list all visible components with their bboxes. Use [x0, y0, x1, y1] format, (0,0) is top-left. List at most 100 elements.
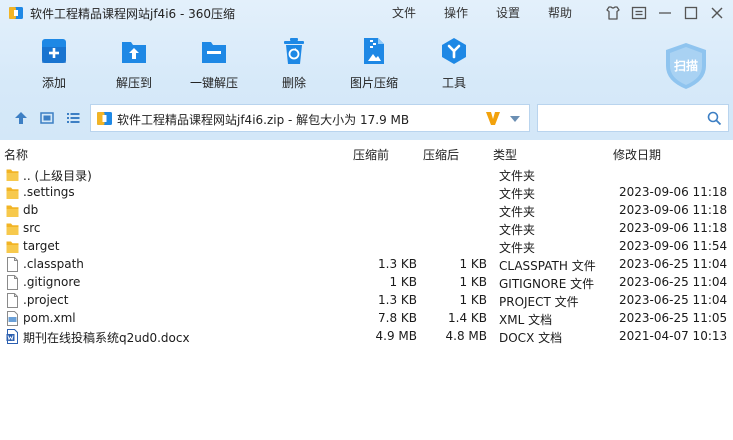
one-click-extract-button[interactable]: 一键解压	[179, 36, 249, 92]
delete-label: 删除	[281, 76, 306, 90]
file-type: 文件夹	[499, 205, 536, 219]
file-icon	[7, 293, 18, 308]
scan-button[interactable]: 扫描	[660, 40, 712, 92]
folder-icon	[6, 205, 19, 217]
table-row[interactable]: src 文件夹 2023-09-06 11:18	[0, 220, 733, 238]
tools-icon	[442, 38, 466, 64]
list-view-icon[interactable]	[65, 110, 81, 126]
trash-icon	[284, 38, 304, 64]
file-modified: 2023-06-25 11:04	[619, 257, 728, 271]
file-modified: 2023-06-25 11:04	[619, 293, 728, 307]
file-unpacked-size: 1 KB	[459, 293, 487, 307]
file-name: 期刊在线投稿系统q2ud0.docx	[23, 331, 190, 345]
feedback-icon[interactable]	[630, 4, 648, 22]
top-panel: 软件工程精品课程网站jf4i6 - 360压缩 文件 操作 设置 帮助 添加 解…	[0, 0, 733, 140]
search-box[interactable]	[537, 104, 729, 132]
table-row[interactable]: .gitignore 1 KB 1 KB GITIGNORE 文件 2023-06-25…	[0, 274, 733, 292]
file-packed-size: 7.8 KB	[378, 311, 417, 325]
file-modified: 2023-09-06 11:18	[619, 185, 728, 199]
column-modified[interactable]: 修改日期	[613, 146, 661, 163]
file-modified: 2023-06-25 11:05	[619, 311, 728, 325]
file-unpacked-size: 1.4 KB	[448, 311, 487, 325]
file-name: target	[23, 239, 60, 253]
column-type[interactable]: 类型	[493, 146, 517, 163]
file-type: XML 文档	[499, 313, 553, 327]
file-name: src	[23, 221, 41, 235]
column-name[interactable]: 名称	[4, 146, 28, 163]
image-compress-button[interactable]: 图片压缩	[339, 36, 409, 92]
table-row[interactable]: .settings 文件夹 2023-09-06 11:18	[0, 184, 733, 202]
file-name: db	[23, 203, 39, 217]
extract-to-icon	[122, 42, 146, 63]
file-modified: 2021-04-07 10:13	[619, 329, 728, 343]
tools-button[interactable]: 工具	[419, 36, 489, 92]
archive-icon	[97, 112, 112, 125]
address-bar[interactable]: 软件工程精品课程网站jf4i6.zip - 解包大小为 17.9 MB	[90, 104, 530, 132]
file-unpacked-size: 4.8 MB	[445, 329, 487, 343]
file-name: .gitignore	[23, 275, 81, 289]
thumbnail-view-icon[interactable]	[39, 110, 55, 126]
table-row[interactable]: .project 1.3 KB 1 KB PROJECT 文件 2023-06-25 1…	[0, 292, 733, 310]
search-icon[interactable]	[707, 111, 722, 126]
one-click-extract-icon	[202, 42, 226, 63]
title-bar: 软件工程精品课程网站jf4i6 - 360压缩 文件 操作 设置 帮助	[0, 0, 733, 26]
file-type: 文件夹	[499, 169, 536, 183]
table-row[interactable]: .. (上级目录) 文件夹	[0, 166, 733, 184]
file-modified: 2023-09-06 11:54	[619, 239, 728, 253]
file-type: DOCX 文档	[499, 331, 563, 345]
v-logo-icon[interactable]	[485, 109, 501, 127]
menu-file[interactable]: 文件	[392, 4, 416, 21]
folder-icon	[6, 241, 19, 253]
xml-file-icon	[7, 311, 18, 326]
maximize-icon[interactable]	[682, 4, 700, 22]
app-icon	[9, 7, 23, 19]
file-packed-size: 1.3 KB	[378, 257, 417, 271]
window-title: 软件工程精品课程网站jf4i6 - 360压缩	[30, 7, 236, 21]
chevron-down-icon[interactable]	[509, 114, 521, 124]
file-list-header: 名称 压缩前 压缩后 类型 修改日期	[0, 143, 733, 163]
column-packed[interactable]: 压缩前	[353, 146, 389, 163]
scan-label: 扫描	[673, 59, 698, 73]
add-label: 添加	[41, 76, 66, 90]
file-type: 文件夹	[499, 187, 536, 201]
file-modified: 2023-06-25 11:04	[619, 275, 728, 289]
minimize-icon[interactable]	[656, 4, 674, 22]
extract-to-label: 解压到	[115, 76, 152, 90]
extract-to-button[interactable]: 解压到	[99, 36, 169, 92]
file-packed-size: 4.9 MB	[375, 329, 417, 343]
table-row[interactable]: 期刊在线投稿系统q2ud0.docx 4.9 MB 4.8 MB DOCX 文档 202…	[0, 328, 733, 346]
file-type: GITIGNORE 文件	[499, 277, 595, 291]
close-icon[interactable]	[708, 4, 726, 22]
column-unpacked[interactable]: 压缩后	[423, 146, 459, 163]
docx-file-icon	[6, 329, 18, 344]
folder-icon	[6, 187, 19, 199]
table-row[interactable]: .classpath 1.3 KB 1 KB CLASSPATH 文件 2023-06-…	[0, 256, 733, 274]
one-click-extract-label: 一键解压	[189, 76, 238, 90]
file-name: pom.xml	[23, 311, 76, 325]
tools-label: 工具	[441, 76, 466, 90]
file-unpacked-size: 1 KB	[459, 275, 487, 289]
file-icon	[7, 257, 18, 272]
file-type: 文件夹	[499, 241, 536, 255]
file-modified: 2023-09-06 11:18	[619, 203, 728, 217]
file-name: .. (上级目录)	[23, 169, 92, 183]
file-name: .classpath	[23, 257, 84, 271]
folder-icon	[6, 223, 19, 235]
file-name: .project	[23, 293, 69, 307]
menu-settings[interactable]: 设置	[496, 4, 520, 21]
menu-operate[interactable]: 操作	[444, 4, 468, 21]
search-input[interactable]	[542, 108, 702, 128]
table-row[interactable]: db 文件夹 2023-09-06 11:18	[0, 202, 733, 220]
folder-icon	[6, 169, 19, 181]
add-button[interactable]: 添加	[19, 36, 89, 92]
file-modified: 2023-09-06 11:18	[619, 221, 728, 235]
delete-button[interactable]: 删除	[259, 36, 329, 92]
menu-help[interactable]: 帮助	[548, 4, 572, 21]
image-compress-icon	[364, 38, 384, 64]
table-row[interactable]: pom.xml 7.8 KB 1.4 KB XML 文档 2023-06-25 11:0…	[0, 310, 733, 328]
up-arrow-icon[interactable]	[13, 110, 29, 126]
image-compress-label: 图片压缩	[349, 76, 398, 90]
skin-icon[interactable]	[604, 4, 622, 22]
file-type: 文件夹	[499, 223, 536, 237]
table-row[interactable]: target 文件夹 2023-09-06 11:54	[0, 238, 733, 256]
